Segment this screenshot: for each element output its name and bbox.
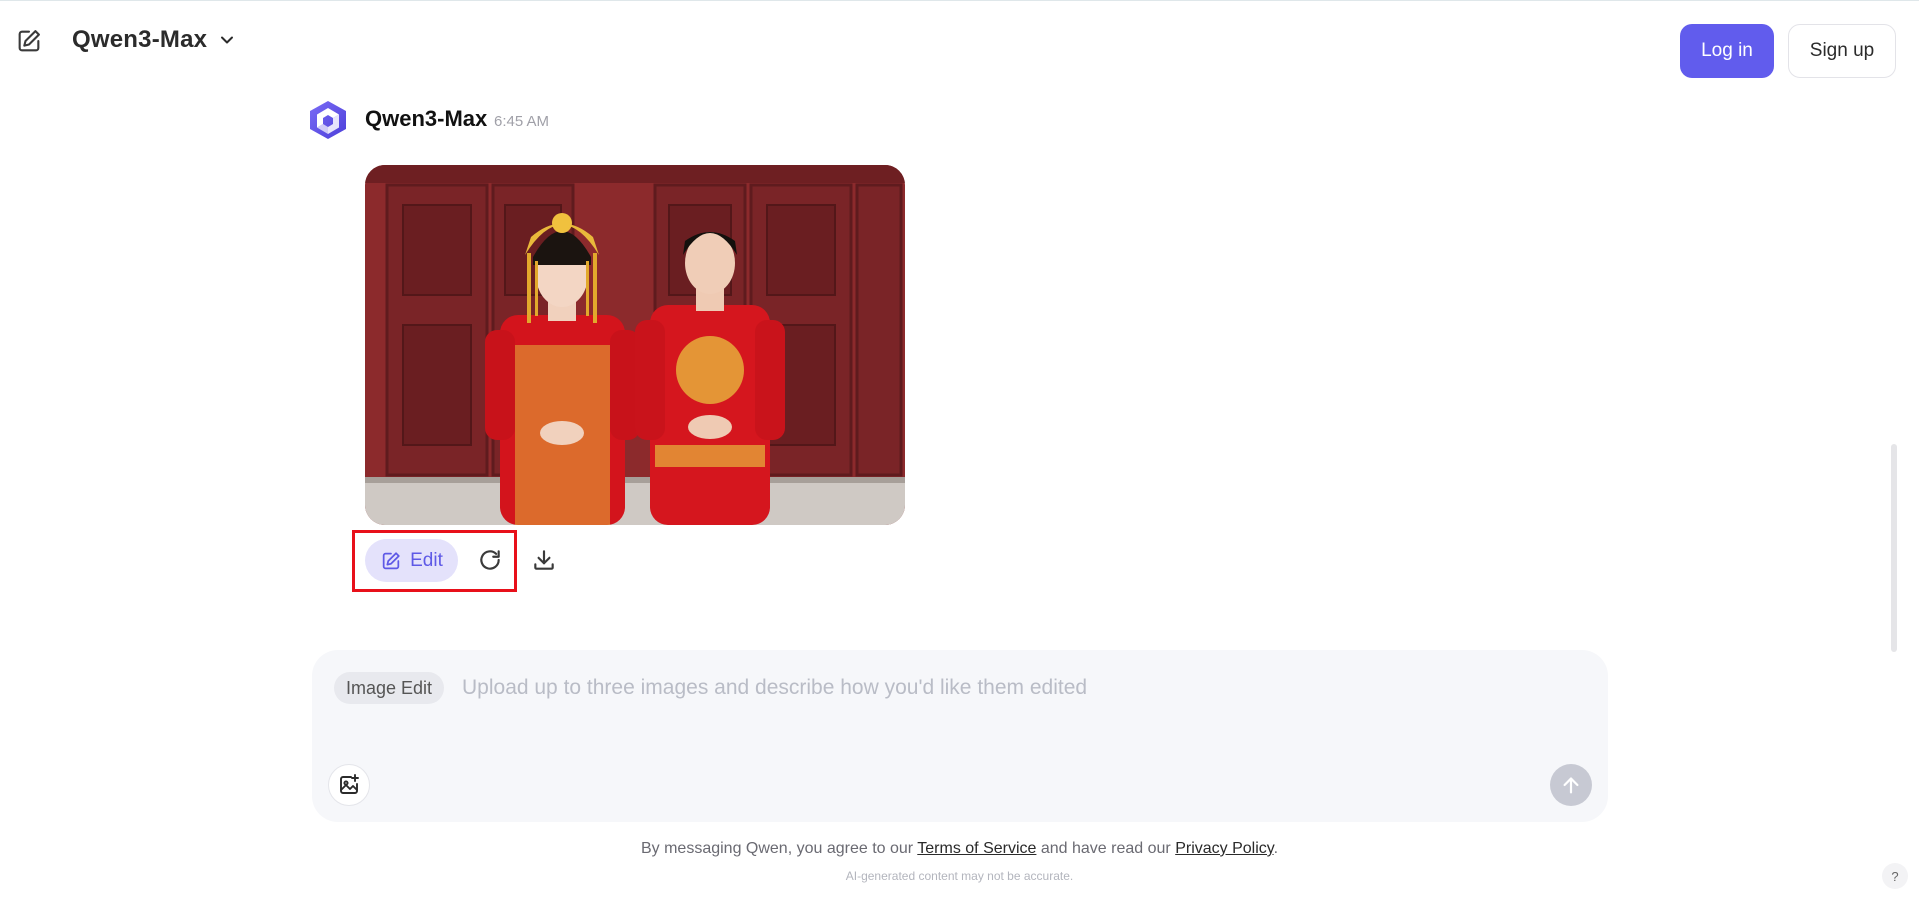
signup-button[interactable]: Sign up: [1788, 24, 1896, 78]
message-input[interactable]: [460, 670, 1580, 706]
terms-prefix: By messaging Qwen, you agree to our: [640, 840, 918, 857]
upload-image-button[interactable]: [328, 764, 370, 806]
model-selector[interactable]: Qwen3-Max: [72, 22, 237, 58]
scrollbar-thumb[interactable]: [1891, 444, 1897, 652]
refresh-icon: [480, 550, 500, 570]
edit-square-icon: [18, 30, 40, 52]
terms-notice: By messaging Qwen, you agree to our Term…: [0, 840, 1919, 858]
terms-middle: and have read our: [1036, 840, 1176, 857]
download-icon: [534, 550, 554, 570]
edit-image-button[interactable]: Edit: [365, 539, 458, 582]
edit-image-label: Edit: [410, 549, 443, 571]
arrow-up-icon: [1563, 777, 1579, 794]
wedding-couple-image: [365, 165, 905, 525]
privacy-policy-link[interactable]: Privacy Policy: [1175, 840, 1273, 857]
image-add-icon: [340, 774, 359, 794]
qwen-logo-icon: [310, 101, 346, 139]
generated-image[interactable]: [365, 165, 905, 525]
chevron-down-icon: [221, 36, 234, 44]
login-button[interactable]: Log in: [1680, 24, 1774, 78]
ai-disclaimer: AI-generated content may not be accurate…: [845, 869, 1074, 883]
message-composer: Image Edit: [312, 650, 1608, 822]
top-divider: [0, 0, 1919, 1]
model-name: Qwen3-Max: [72, 26, 208, 53]
message-timestamp: 6:45 AM: [494, 113, 550, 130]
message-author: Qwen3-Max: [365, 106, 488, 131]
regenerate-button[interactable]: [474, 544, 506, 576]
terms-of-service-link[interactable]: Terms of Service: [917, 840, 1036, 857]
qwen-logo-avatar: [306, 98, 350, 142]
edit-icon: [382, 551, 400, 569]
terms-suffix: .: [1273, 840, 1279, 857]
send-button[interactable]: [1550, 764, 1592, 806]
image-edit-mode-chip[interactable]: Image Edit: [334, 672, 445, 704]
help-button[interactable]: ?: [1882, 863, 1908, 889]
download-button[interactable]: [528, 544, 560, 576]
new-chat-button[interactable]: [14, 26, 44, 56]
